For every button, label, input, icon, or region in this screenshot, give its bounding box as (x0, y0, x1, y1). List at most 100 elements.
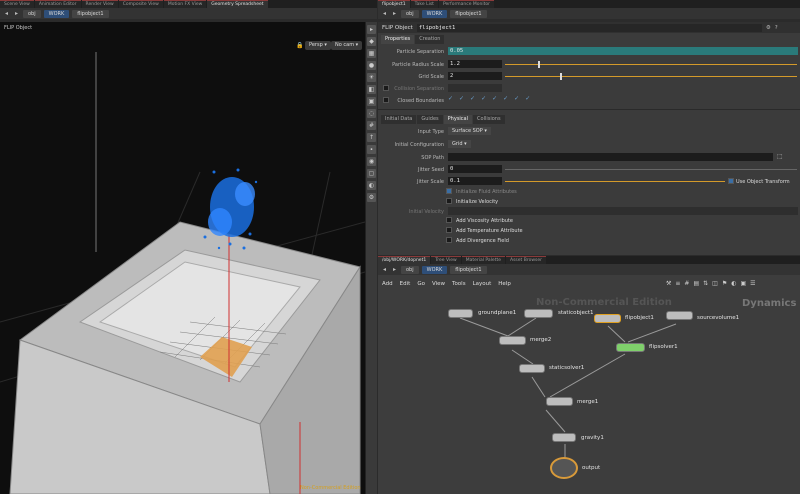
tab-initial-data[interactable]: Initial Data (381, 115, 417, 124)
initial-velocity-field[interactable] (448, 207, 798, 215)
initialize-fluid-checkbox[interactable] (446, 188, 452, 194)
sop-path-field[interactable] (448, 153, 773, 161)
visibility-icon[interactable]: ◉ (367, 157, 376, 166)
tab-material-palette[interactable]: Material Palette (461, 256, 505, 264)
initialize-velocity-checkbox[interactable] (446, 198, 452, 204)
output-node[interactable] (550, 457, 578, 479)
merge1-label: merge1 (577, 399, 599, 405)
particle-radius-scale-field[interactable]: 1.2 (448, 60, 502, 68)
jitter-scale-field[interactable]: 0.1 (448, 177, 502, 185)
tab-guides[interactable]: Guides (417, 115, 443, 124)
tab-creation[interactable]: Creation (415, 35, 445, 44)
tab-animation-editor[interactable]: Animation Editor (34, 0, 81, 8)
grid-scale-field[interactable]: 2 (448, 72, 502, 80)
merge2-node[interactable] (499, 336, 526, 345)
breadcrumb-work[interactable]: WORK (43, 9, 70, 18)
flipsolver-node[interactable] (616, 343, 645, 352)
output-label: output (582, 465, 601, 471)
flipobject-label: flipobject1 (625, 315, 654, 321)
staticobject-node[interactable] (524, 309, 553, 318)
tab-geometry-spreadsheet[interactable]: Geometry Spreadsheet (207, 0, 268, 8)
jitter-seed-label: Jitter Seed (417, 167, 444, 173)
snap-tool-icon[interactable]: ◆ (367, 37, 376, 46)
wireframe-icon[interactable]: ▦ (367, 49, 376, 58)
add-viscosity-checkbox[interactable] (446, 217, 452, 223)
background-icon[interactable]: ▢ (367, 169, 376, 178)
groundplane-label: groundplane1 (478, 310, 517, 316)
add-divergence-checkbox[interactable] (446, 237, 452, 243)
tab-physical[interactable]: Physical (443, 115, 473, 124)
jitter-seed-field[interactable]: 0 (448, 165, 502, 173)
help-icon[interactable]: ? (775, 25, 778, 31)
parameter-pane: FLIP Object flipobject1 ⚙ ? Properties C… (378, 22, 800, 255)
render-icon[interactable]: ◐ (367, 181, 376, 190)
jitter-scale-slider[interactable] (505, 181, 725, 182)
grid-icon[interactable]: # (367, 121, 376, 130)
tab-motion-fx-view[interactable]: Motion FX View (163, 0, 207, 8)
gear-icon[interactable]: ⚙ (766, 25, 771, 31)
tab-scene-view[interactable]: Scene View (0, 0, 34, 8)
jitter-seed-slider[interactable] (505, 169, 797, 170)
tab-parameters[interactable]: flipobject1 (378, 0, 410, 8)
use-object-transform-label: Use Object Transform (736, 179, 790, 185)
shading-icon[interactable]: ● (367, 61, 376, 70)
breadcrumb-obj[interactable]: obj (23, 9, 41, 18)
add-temperature-checkbox[interactable] (446, 227, 452, 233)
boundary-toggles[interactable]: ✓✓✓✓✓✓✓✓ (448, 95, 536, 102)
forward-arrow-icon[interactable]: ▸ (391, 10, 398, 17)
points-icon[interactable]: ∙ (367, 145, 376, 154)
tab-tree-view[interactable]: Tree View (431, 256, 461, 264)
scene-viewport[interactable]: FLIP Object 🔒 Persp ▾ No cam ▾ Non-Comme… (0, 22, 365, 494)
slider-handle[interactable] (560, 73, 562, 80)
lights-icon[interactable]: ☀ (367, 73, 376, 82)
radius-slider[interactable] (505, 64, 797, 65)
input-type-dropdown[interactable]: Surface SOP ▾ (448, 127, 491, 135)
node-picker-icon[interactable]: ⬚ (777, 153, 783, 160)
flipobject-node[interactable] (594, 314, 621, 323)
tab-performance-monitor[interactable]: Performance Monitor (438, 0, 495, 8)
section-divider (378, 109, 800, 110)
node-name-field[interactable]: flipobject1 (416, 23, 762, 32)
network-wires (459, 317, 677, 460)
staticsolver-node[interactable] (519, 364, 545, 373)
add-temperature-label: Add Temperature Attribute (456, 228, 523, 234)
collision-separation-field[interactable] (448, 84, 502, 92)
breadcrumb-node[interactable]: flipobject1 (450, 9, 487, 18)
slider-handle[interactable] (538, 61, 540, 68)
initial-config-value: Grid (452, 141, 463, 147)
tab-take-list[interactable]: Take List (410, 0, 438, 8)
use-object-transform-checkbox[interactable] (728, 178, 734, 184)
ghost-icon[interactable]: ◌ (367, 109, 376, 118)
tab-asset-browser[interactable]: Asset Browser (506, 256, 546, 264)
particle-separation-field[interactable]: 0.05 (448, 47, 798, 55)
breadcrumb-node[interactable]: flipobject1 (72, 9, 109, 18)
select-tool-icon[interactable]: ▸ (367, 25, 376, 34)
jitter-scale-label: Jitter Scale (417, 179, 444, 185)
tab-collisions[interactable]: Collisions (473, 115, 505, 124)
tab-composite-view[interactable]: Composite View (118, 0, 163, 8)
param-label: Particle Separation (396, 49, 444, 55)
network-tab-bar: /obj/WORK/dopnet1 Tree View Material Pal… (378, 256, 800, 264)
camera-icon[interactable]: ◧ (367, 85, 376, 94)
sourcevolume-node[interactable] (666, 311, 693, 320)
back-arrow-icon[interactable]: ◂ (3, 10, 10, 17)
tab-network-view[interactable]: /obj/WORK/dopnet1 (378, 256, 431, 264)
initial-config-dropdown[interactable]: Grid ▾ (448, 140, 471, 148)
breadcrumb-obj[interactable]: obj (401, 9, 419, 18)
add-viscosity-label: Add Viscosity Attribute (456, 218, 513, 224)
merge1-node[interactable] (546, 397, 573, 406)
initialize-fluid-label: Initialize Fluid Attributes (456, 189, 517, 195)
groundplane-node[interactable] (448, 309, 473, 318)
normals-icon[interactable]: ↑ (367, 133, 376, 142)
tab-render-view[interactable]: Render View (81, 0, 118, 8)
tab-properties[interactable]: Properties (381, 35, 415, 44)
breadcrumb-work[interactable]: WORK (421, 9, 448, 18)
settings-icon[interactable]: ⚙ (367, 193, 376, 202)
viewport-toolbar: ▸ ◆ ▦ ● ☀ ◧ ▣ ◌ # ↑ ∙ ◉ ▢ ◐ ⚙ (365, 22, 377, 494)
display-icon[interactable]: ▣ (367, 97, 376, 106)
grid-scale-slider[interactable] (505, 76, 797, 77)
forward-arrow-icon[interactable]: ▸ (13, 10, 20, 17)
back-arrow-icon[interactable]: ◂ (381, 10, 388, 17)
network-pane[interactable]: ◂ ▸ obj WORK flipobject1 Add Edit Go Vie… (378, 264, 800, 494)
gravity-node[interactable] (552, 433, 576, 442)
